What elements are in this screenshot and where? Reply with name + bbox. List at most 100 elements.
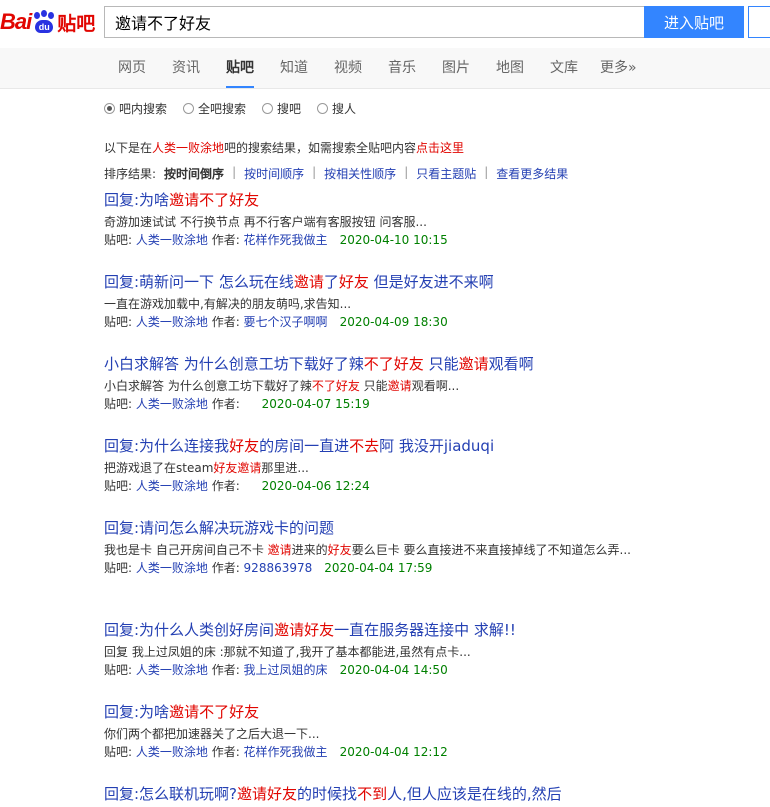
sort-separator: | xyxy=(484,165,489,179)
text-segment: 观看啊... xyxy=(411,379,460,393)
nav-tab[interactable]: 网页 xyxy=(118,48,146,88)
text-segment: 我也是卡 自己开房间自己不卡 xyxy=(104,543,268,557)
nav-tab[interactable]: 知道 xyxy=(280,48,308,88)
result-item: 回复:为什么连接我好友的房间一直进不去阿 我没开jiaduqi 把游戏退了在ste… xyxy=(104,436,664,495)
text-segment: 回复:为啥 xyxy=(104,703,170,721)
sort-link[interactable]: 查看更多结果 xyxy=(496,165,568,182)
result-item: 回复:为什么人类创好房间邀请好友一直在服务器连接中 求解!! 回复 我上过凤姐的床… xyxy=(104,620,664,679)
result-author-link[interactable] xyxy=(240,397,244,411)
keyword-highlight: 邀请不了好友 xyxy=(169,191,260,209)
result-title-link[interactable]: 回复:怎么联机玩啊?邀请好友的时候找不到人,但人应该是在线的,然后 xyxy=(104,784,664,804)
enter-tieba-button[interactable]: 进入贴吧 xyxy=(644,6,744,38)
search-all-link[interactable]: 点击这里 xyxy=(416,141,464,155)
sort-separator: | xyxy=(404,165,409,179)
result-title-link[interactable]: 回复:为啥邀请不了好友 xyxy=(104,190,664,210)
result-item: 小白求解答 为什么创意工坊下载好了辣不了好友 只能邀请观看啊 小白求解答 为什么创… xyxy=(104,354,664,413)
result-author-link[interactable]: 928863978 xyxy=(240,561,313,575)
result-forum-link[interactable]: 人类一败涂地 xyxy=(132,315,208,329)
text-segment: 回复:为啥 xyxy=(104,191,170,209)
result-forum-link[interactable]: 人类一败涂地 xyxy=(132,745,208,759)
nav-tab[interactable]: 资讯 xyxy=(172,48,200,88)
logo-bai-text: Bai xyxy=(0,9,32,34)
result-title-link[interactable]: 回复:为什么连接我好友的房间一直进不去阿 我没开jiaduqi xyxy=(104,436,664,456)
meta-author-label: 作者: xyxy=(207,397,240,411)
nav-tab[interactable]: 贴吧 xyxy=(226,48,254,88)
result-forum-link[interactable]: 人类一败涂地 xyxy=(132,233,208,247)
text-segment: 人,但人应该是在线的,然后 xyxy=(387,785,562,803)
sort-label: 排序结果: xyxy=(104,167,157,181)
keyword-highlight: 不了好友 xyxy=(363,355,424,373)
nav-bar: 网页 资讯 贴吧 知道 视频 音乐 图片 地图 文库 更多» xyxy=(0,48,770,89)
result-forum-link[interactable]: 人类一败涂地 xyxy=(132,479,208,493)
keyword-highlight: 邀请好友 xyxy=(237,785,298,803)
result-meta: 贴吧: 人类一败涂地 作者: 我上过凤姐的床 2020-04-04 14:50 xyxy=(104,661,664,679)
result-title-link[interactable]: 小白求解答 为什么创意工坊下载好了辣不了好友 只能邀请观看啊 xyxy=(104,354,664,374)
meta-forum-label: 贴吧: xyxy=(104,745,133,759)
keyword-highlight: 好友邀请 xyxy=(213,461,262,475)
nav-tab[interactable]: 图片 xyxy=(442,48,470,88)
result-date: 2020-04-04 14:50 xyxy=(339,663,448,677)
result-title-link[interactable]: 回复:萌新问一下 怎么玩在线邀请了好友 但是好友进不来啊 xyxy=(104,272,664,292)
text-segment: 的房间一直进 xyxy=(259,437,350,455)
result-date: 2020-04-04 12:12 xyxy=(339,745,448,759)
search-box[interactable] xyxy=(104,6,644,38)
result-meta: 贴吧: 人类一败涂地 作者: 928863978 2020-04-04 17:59 xyxy=(104,559,664,577)
nav-tab[interactable]: 视频 xyxy=(334,48,362,88)
search-input[interactable] xyxy=(105,7,635,37)
info-forum-link[interactable]: 人类一败涂地 xyxy=(152,141,224,155)
nav-tab[interactable]: 音乐 xyxy=(388,48,416,88)
result-item: 回复:为啥邀请不了好友 奇游加速试试 不行换节点 再不行客户端有客服按钮 问客服.… xyxy=(104,190,664,249)
result-forum-link[interactable]: 人类一败涂地 xyxy=(132,561,208,575)
result-item: 回复:怎么联机玩啊?邀请好友的时候找不到人,但人应该是在线的,然后 xyxy=(104,784,664,804)
result-item: 回复:萌新问一下 怎么玩在线邀请了好友 但是好友进不来啊 一直在游戏加载中,有解决… xyxy=(104,272,664,331)
result-title-link[interactable]: 回复:为什么人类创好房间邀请好友一直在服务器连接中 求解!! xyxy=(104,620,664,640)
meta-author-label: 作者: xyxy=(207,233,240,247)
nav-tab[interactable]: 文库 xyxy=(550,48,578,88)
nav-tab[interactable]: 更多» xyxy=(600,48,637,88)
sort-link[interactable]: 按时间顺序 xyxy=(244,165,304,182)
scope-radio-label: 搜吧 xyxy=(277,102,302,116)
result-snippet: 一直在游戏加载中,有解决的朋友萌吗,求告知... xyxy=(104,295,664,313)
sort-link[interactable]: 只看主题贴 xyxy=(416,165,476,182)
keyword-highlight: 不了好友 xyxy=(311,379,360,393)
text-segment: 了 xyxy=(323,273,339,291)
result-forum-link[interactable]: 人类一败涂地 xyxy=(132,663,208,677)
radio-dot-icon xyxy=(262,103,274,114)
result-author-link[interactable]: 我上过凤姐的床 xyxy=(240,663,328,677)
result-title-link[interactable]: 回复:请问怎么解决玩游戏卡的问题 xyxy=(104,518,664,538)
result-date: 2020-04-04 17:59 xyxy=(324,561,433,575)
meta-forum-label: 贴吧: xyxy=(104,397,133,411)
scope-radio[interactable]: 全吧搜索 xyxy=(183,100,246,117)
scope-radio[interactable]: 吧内搜索 xyxy=(104,100,167,117)
result-author-link[interactable]: 花样作死我做主 xyxy=(240,233,328,247)
result-meta: 贴吧: 人类一败涂地 作者: 2020-04-07 15:19 xyxy=(104,395,664,413)
meta-forum-label: 贴吧: xyxy=(104,315,133,329)
result-author-link[interactable]: 要七个汉子啊啊 xyxy=(240,315,328,329)
text-segment: 回复:为什么连接我 xyxy=(104,437,230,455)
text-segment: 阿 我没开jiaduqi xyxy=(379,437,495,455)
sort-bar: 排序结果: 按时间倒序 | 按时间顺序 | 按相关性顺序 | 只看主题贴 | 查看更多结果 xyxy=(104,165,568,182)
scope-radio[interactable]: 搜人 xyxy=(317,100,356,117)
keyword-highlight: 好友 xyxy=(327,543,352,557)
nav-tab[interactable]: 地图 xyxy=(496,48,524,88)
sort-separator: | xyxy=(232,165,237,179)
search-all-button[interactable] xyxy=(748,6,770,38)
result-forum-link[interactable]: 人类一败涂地 xyxy=(132,397,208,411)
text-segment: 要么巨卡 要么直接进不来直接掉线了不知道怎么弄... xyxy=(351,543,631,557)
sort-link[interactable]: 按相关性顺序 xyxy=(324,165,396,182)
scope-radio-label: 搜人 xyxy=(332,102,357,116)
meta-author-label: 作者: xyxy=(207,561,240,575)
result-author-link[interactable] xyxy=(240,479,244,493)
radio-dot-icon xyxy=(317,103,329,114)
text-segment: 但是好友进不来啊 xyxy=(368,273,494,291)
baidu-tieba-logo[interactable]: Bai du 贴吧 xyxy=(0,4,95,40)
result-author-link[interactable]: 花样作死我做主 xyxy=(240,745,328,759)
info-pre: 以下是在 xyxy=(104,141,153,155)
scope-radio[interactable]: 搜吧 xyxy=(262,100,301,117)
text-segment: 回复:萌新问一下 怎么玩在线 xyxy=(104,273,294,291)
meta-forum-label: 贴吧: xyxy=(104,233,133,247)
result-title-link[interactable]: 回复:为啥邀请不了好友 xyxy=(104,702,664,722)
result-item: 回复:为啥邀请不了好友 你们两个都把加速器关了之后大退一下... 贴吧: 人类一败涂… xyxy=(104,702,664,761)
meta-forum-label: 贴吧: xyxy=(104,561,133,575)
radio-dot-icon xyxy=(183,103,195,114)
